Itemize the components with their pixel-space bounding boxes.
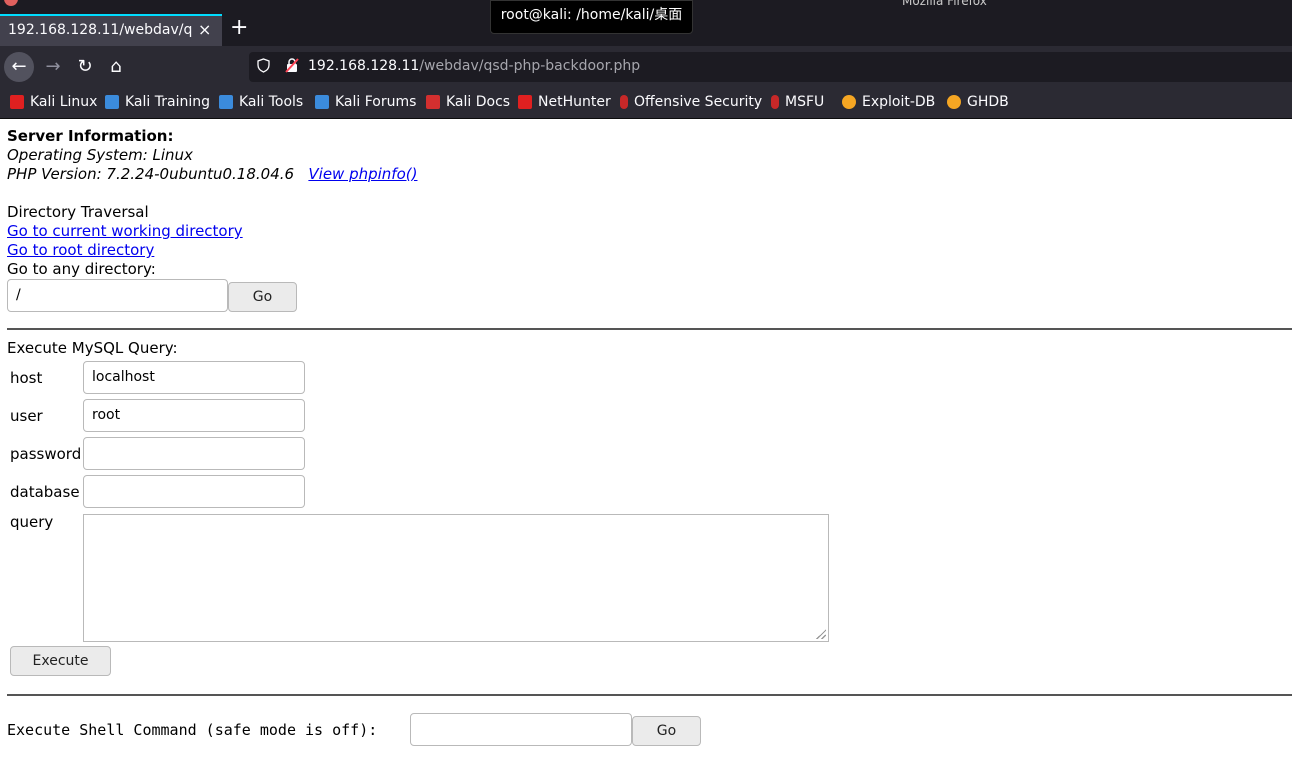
bookmark-label: Offensive Security bbox=[634, 94, 763, 110]
bookmark-label: Exploit-DB bbox=[862, 94, 936, 110]
bookmark-msfu[interactable]: MSFU bbox=[771, 94, 824, 110]
bookmark-exploit-db[interactable]: Exploit-DB bbox=[842, 94, 935, 110]
bookmark-label: Kali Forums bbox=[335, 94, 417, 110]
php-version-line: PHP Version: 7.2.24-0ubuntu0.18.04.6 Vie… bbox=[7, 165, 417, 183]
mysql-heading: Execute MySQL Query: bbox=[7, 339, 178, 357]
bookmarks-toolbar: Kali Linux Kali Training Kali Tools Kali… bbox=[0, 88, 1292, 119]
bookmark-kali-tools[interactable]: Kali Tools bbox=[219, 94, 303, 110]
database-label: database bbox=[10, 483, 80, 501]
query-textarea[interactable] bbox=[83, 514, 829, 642]
window-title: Mozilla Firefox bbox=[902, 0, 987, 8]
msfu-icon bbox=[771, 95, 779, 109]
host-input[interactable]: localhost bbox=[83, 361, 305, 394]
kali-training-icon bbox=[105, 95, 119, 109]
user-input[interactable]: root bbox=[83, 399, 305, 432]
go-directory-button[interactable]: Go bbox=[228, 282, 297, 312]
shell-command-label: Execute Shell Command (safe mode is off)… bbox=[7, 721, 378, 739]
bookmark-label: GHDB bbox=[967, 94, 1009, 110]
tab-title: 192.168.128.11/webdav/qsd-php-backdoor.p… bbox=[8, 22, 192, 38]
directory-path-input[interactable]: / bbox=[7, 279, 228, 312]
url-bar[interactable]: 192.168.128.11/webdav/qsd-php-backdoor.p… bbox=[249, 52, 1292, 82]
insecure-lock-icon[interactable] bbox=[285, 58, 299, 77]
bookmark-label: MSFU bbox=[785, 94, 825, 110]
bookmark-kali-training[interactable]: Kali Training bbox=[105, 94, 210, 110]
cwd-link[interactable]: Go to current working directory bbox=[7, 222, 243, 240]
url-path: /webdav/qsd-php-backdoor.php bbox=[419, 58, 641, 74]
server-info-heading: Server Information: bbox=[7, 127, 174, 145]
back-button[interactable]: ← bbox=[4, 52, 34, 82]
divider bbox=[7, 694, 1292, 697]
user-label: user bbox=[10, 407, 43, 425]
bookmark-label: Kali Linux bbox=[30, 94, 98, 110]
root-dir-link[interactable]: Go to root directory bbox=[7, 241, 154, 259]
url-host: 192.168.128.11 bbox=[308, 58, 420, 74]
kali-tools-icon bbox=[219, 95, 233, 109]
directory-traversal-heading: Directory Traversal bbox=[7, 203, 149, 221]
nethunter-icon bbox=[518, 95, 532, 109]
kali-dragon-icon bbox=[10, 95, 24, 109]
go-shell-button[interactable]: Go bbox=[632, 716, 701, 746]
home-button[interactable]: ⌂ bbox=[101, 52, 131, 82]
bookmark-label: Kali Training bbox=[125, 94, 210, 110]
password-label: password bbox=[10, 445, 82, 463]
execute-query-button[interactable]: Execute bbox=[10, 646, 111, 676]
shell-command-input[interactable] bbox=[410, 713, 632, 746]
bookmark-ghdb[interactable]: GHDB bbox=[947, 94, 1009, 110]
bookmark-label: Kali Tools bbox=[239, 94, 304, 110]
password-input[interactable] bbox=[83, 437, 305, 470]
bookmark-kali-docs[interactable]: Kali Docs bbox=[426, 94, 510, 110]
reload-button[interactable]: ↻ bbox=[70, 52, 100, 82]
bookmark-nethunter[interactable]: NetHunter bbox=[518, 94, 611, 110]
forward-button[interactable]: → bbox=[38, 52, 68, 82]
kali-docs-icon bbox=[426, 95, 440, 109]
bookmark-label: Kali Docs bbox=[446, 94, 511, 110]
bookmark-kali-forums[interactable]: Kali Forums bbox=[315, 94, 416, 110]
phpinfo-link[interactable]: View phpinfo() bbox=[308, 165, 417, 183]
resize-grip-icon[interactable] bbox=[816, 629, 826, 639]
terminal-tooltip: root@kali: /home/kali/桌面 bbox=[490, 0, 693, 34]
tracking-shield-icon[interactable] bbox=[257, 58, 271, 74]
ghdb-icon bbox=[947, 95, 961, 109]
tab-close-icon[interactable]: × bbox=[198, 20, 211, 39]
offsec-icon bbox=[620, 95, 628, 109]
database-input[interactable] bbox=[83, 475, 305, 508]
any-directory-label: Go to any directory: bbox=[7, 260, 156, 278]
exploitdb-icon bbox=[842, 95, 856, 109]
bookmark-offensive-security[interactable]: Offensive Security bbox=[620, 94, 762, 110]
query-label: query bbox=[10, 513, 54, 531]
operating-system: Operating System: Linux bbox=[7, 146, 193, 164]
bookmark-kali-linux[interactable]: Kali Linux bbox=[10, 94, 97, 110]
divider bbox=[7, 328, 1292, 331]
active-tab[interactable]: 192.168.128.11/webdav/qsd-php-backdoor.p… bbox=[0, 14, 222, 46]
php-version: PHP Version: 7.2.24-0ubuntu0.18.04.6 bbox=[7, 165, 295, 183]
host-label: host bbox=[10, 369, 43, 387]
bookmark-label: NetHunter bbox=[538, 94, 611, 110]
url-text[interactable]: 192.168.128.11/webdav/qsd-php-backdoor.p… bbox=[308, 58, 640, 74]
window-close-icon[interactable] bbox=[4, 0, 18, 6]
navigation-toolbar: ← → ↻ ⌂ 192.168.128.11/webdav/qsd-php-ba… bbox=[0, 46, 1292, 88]
kali-forums-icon bbox=[315, 95, 329, 109]
new-tab-icon[interactable]: + bbox=[230, 16, 248, 40]
